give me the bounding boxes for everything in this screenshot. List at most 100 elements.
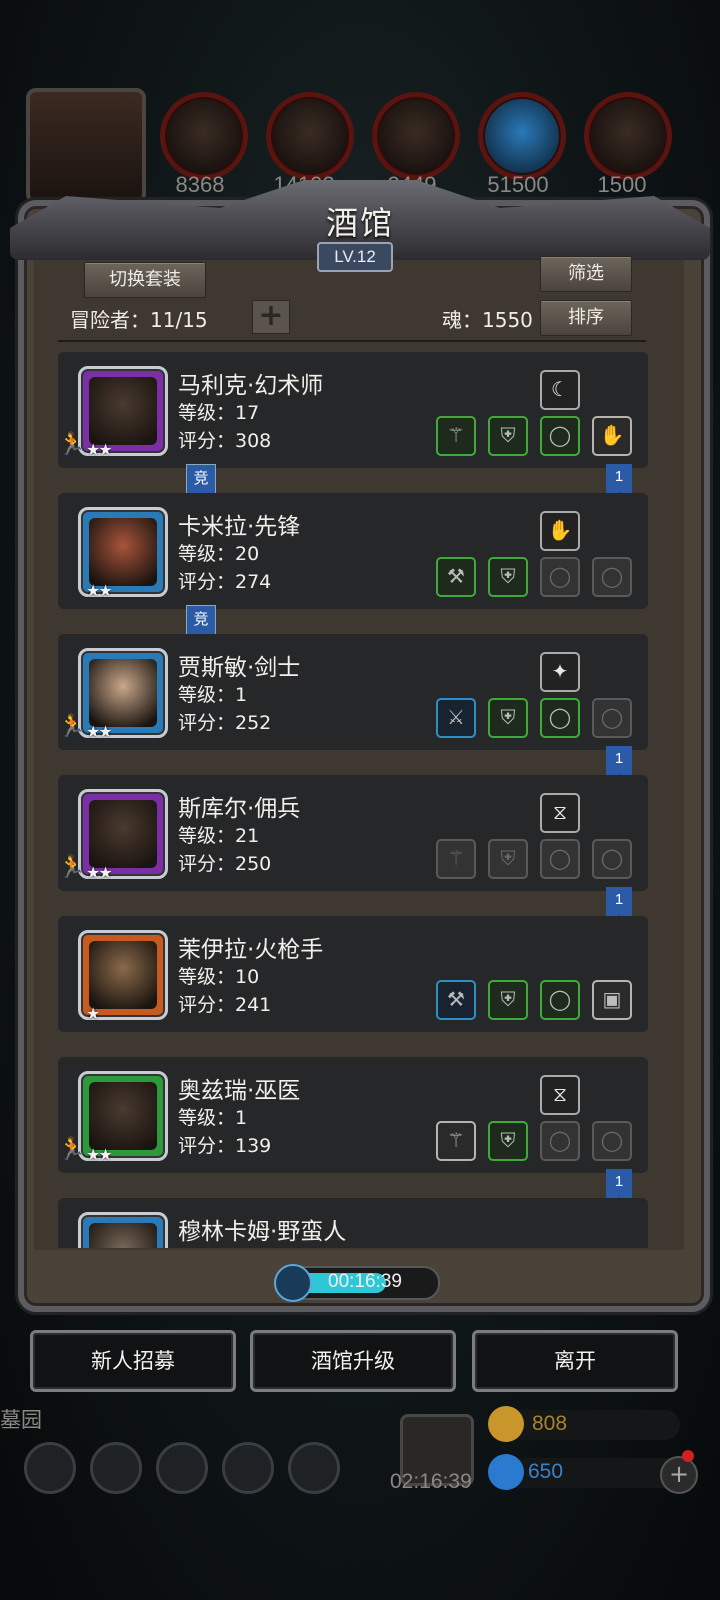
star-icon[interactable]: [90, 1442, 142, 1494]
equipment-slot[interactable]: ◯: [592, 557, 632, 597]
running-figure-icon: 🏃: [58, 714, 86, 739]
graveyard-label: 墓园: [0, 1409, 42, 1432]
player-portrait[interactable]: [26, 88, 146, 204]
hero-card[interactable]: ★ 茉伊拉·火枪手等级：10 评分：241 ⚒ ⛨ ◯ ▣: [58, 916, 648, 1032]
recruit-button[interactable]: 新人招募: [30, 1330, 236, 1392]
equipment-slot[interactable]: ⛨: [488, 839, 528, 879]
equipment-slot[interactable]: ◯: [540, 557, 580, 597]
hero-stars: ★: [86, 1004, 100, 1023]
running-figure-icon: 🏃: [58, 855, 86, 880]
equipment-slot[interactable]: ◯: [540, 416, 580, 456]
hero-score: 评分：139: [178, 1135, 272, 1157]
hero-level: 等级：17: [178, 402, 260, 424]
equipment-slot[interactable]: ◯: [592, 698, 632, 738]
hero-card[interactable]: ★★ 卡米拉·先锋 等级：20 评分：274 ✋ ⚒ ⛨ ◯ ◯: [58, 493, 648, 609]
hero-name: 穆林卡姆·野蛮人: [178, 1219, 347, 1245]
hero-name: 茉伊拉·火枪手: [178, 937, 324, 963]
adventurer-count: 冒险者：11/15: [70, 308, 208, 332]
tavern-icon[interactable]: [156, 1442, 208, 1494]
equipment-slot[interactable]: ⚚: [436, 1121, 476, 1161]
hero-portrait: [89, 1223, 157, 1248]
equipment-slot[interactable]: ⛨: [488, 416, 528, 456]
upgrade-tavern-button[interactable]: 酒馆升级: [250, 1330, 456, 1392]
equipment-slot[interactable]: ✋: [592, 416, 632, 456]
hero-stars: ★★: [86, 1145, 113, 1164]
hero-accessory-slot[interactable]: ☾: [540, 370, 580, 410]
hero-portrait: [89, 377, 157, 445]
hero-accessory-slot[interactable]: ⧖: [540, 1075, 580, 1115]
upgrade-timer: 00:16:39: [274, 1264, 440, 1302]
meat-icon: [160, 92, 248, 180]
equipment-slot[interactable]: ◯: [540, 980, 580, 1020]
hero-card[interactable]: ★★ 贾斯敏·剑士 等级：1 评分：252 ✦ ⚔ ⛨ ◯ ◯ 🏃: [58, 634, 648, 750]
page-title: 酒馆: [325, 204, 394, 242]
hero-level: 等级：10: [178, 966, 260, 988]
iron-value: 1500: [597, 172, 647, 197]
hero-score: 评分：250: [178, 853, 272, 875]
switch-set-button[interactable]: 切换套装: [84, 262, 206, 298]
equipment-slot[interactable]: ◯: [540, 698, 580, 738]
equipment-slot[interactable]: ⚚: [436, 416, 476, 456]
hero-stars: ★★: [86, 722, 113, 741]
hero-list[interactable]: ★★ 马利克·幻术师 等级：17 评分：308 ☾ ⚚ ⛨ ◯ ✋ 🏃 1 竞 ★★ 卡米拉·先锋 等级：2…: [58, 346, 648, 1248]
hero-stars: ★★: [86, 581, 113, 600]
hero-portrait: [89, 941, 157, 1009]
hero-name: 贾斯敏·剑士: [178, 655, 301, 681]
hero-score: 评分：241: [178, 994, 272, 1016]
hero-score: 评分：252: [178, 712, 272, 734]
equipment-slot[interactable]: ▣: [592, 980, 632, 1020]
equipment-slot[interactable]: ◯: [592, 1121, 632, 1161]
equipment-slot[interactable]: ◯: [540, 839, 580, 879]
equipment-slot[interactable]: ⛨: [488, 557, 528, 597]
hero-accessory-slot[interactable]: ✋: [540, 511, 580, 551]
crystal-icon: [478, 92, 566, 180]
mail-icon[interactable]: [222, 1442, 274, 1494]
tavern-level-badge: LV.12: [317, 242, 393, 272]
map-icon[interactable]: [288, 1442, 340, 1494]
equipment-slot[interactable]: ⚒: [436, 980, 476, 1020]
hero-stars: ★★: [86, 863, 113, 882]
meat-value: 8368: [175, 172, 225, 197]
arena-badge: 竞: [186, 605, 216, 635]
hero-score: 评分：308: [178, 430, 272, 452]
crystal-value: 51500: [487, 172, 549, 197]
equipment-slot[interactable]: ⛨: [488, 1121, 528, 1161]
hero-card[interactable]: ★★ 斯库尔·佣兵 等级：21 评分：250 ⧖ ⚚ ⛨ ◯ ◯ 🏃: [58, 775, 648, 891]
settings-icon[interactable]: [24, 1442, 76, 1494]
hero-card[interactable]: 穆林卡姆·野蛮人: [58, 1198, 648, 1248]
gem-icon: [488, 1454, 524, 1490]
hero-name: 马利克·幻术师: [178, 373, 324, 399]
equipment-slot[interactable]: ⚒: [436, 557, 476, 597]
hero-level: 等级：21: [178, 825, 260, 847]
leave-button[interactable]: 离开: [472, 1330, 678, 1392]
timer-text: 00:16:39: [328, 1271, 402, 1292]
gold-icon: [488, 1406, 524, 1442]
iron-icon: [584, 92, 672, 180]
filter-button[interactable]: 筛选: [540, 256, 632, 292]
stone-icon: [372, 92, 460, 180]
gem-value: 650: [528, 1460, 564, 1483]
equipment-slot[interactable]: ⛨: [488, 698, 528, 738]
arena-badge: 竞: [186, 464, 216, 494]
equipment-slot[interactable]: ◯: [592, 839, 632, 879]
wood-icon: [266, 92, 354, 180]
hero-level: 等级：1: [178, 1107, 248, 1129]
equipment-slot[interactable]: ⚔: [436, 698, 476, 738]
hero-accessory-slot[interactable]: ⧖: [540, 793, 580, 833]
hero-accessory-slot[interactable]: ✦: [540, 652, 580, 692]
notification-dot: [682, 1450, 694, 1462]
divider: [58, 340, 646, 342]
equipment-slot[interactable]: ⚚: [436, 839, 476, 879]
hero-card[interactable]: ★★ 马利克·幻术师等级：17 评分：308 ☾ ⚚ ⛨ ◯ ✋ 🏃: [58, 352, 648, 468]
add-slot-button[interactable]: +: [252, 300, 290, 334]
add-resource-icon[interactable]: +: [660, 1456, 698, 1494]
equipment-slot[interactable]: ◯: [540, 1121, 580, 1161]
hero-card[interactable]: ★★ 奥兹瑞·巫医 等级：1 评分：139 ⧖ ⚚ ⛨ ◯ ◯ 🏃: [58, 1057, 648, 1173]
clock-icon: [274, 1264, 312, 1302]
hero-avatar[interactable]: [78, 1212, 168, 1248]
hero-stars: ★★: [86, 440, 113, 459]
hero-name: 卡米拉·先锋: [178, 514, 301, 540]
equipment-slot[interactable]: ⛨: [488, 980, 528, 1020]
sort-button[interactable]: 排序: [540, 300, 632, 336]
running-figure-icon: 🏃: [58, 432, 86, 457]
